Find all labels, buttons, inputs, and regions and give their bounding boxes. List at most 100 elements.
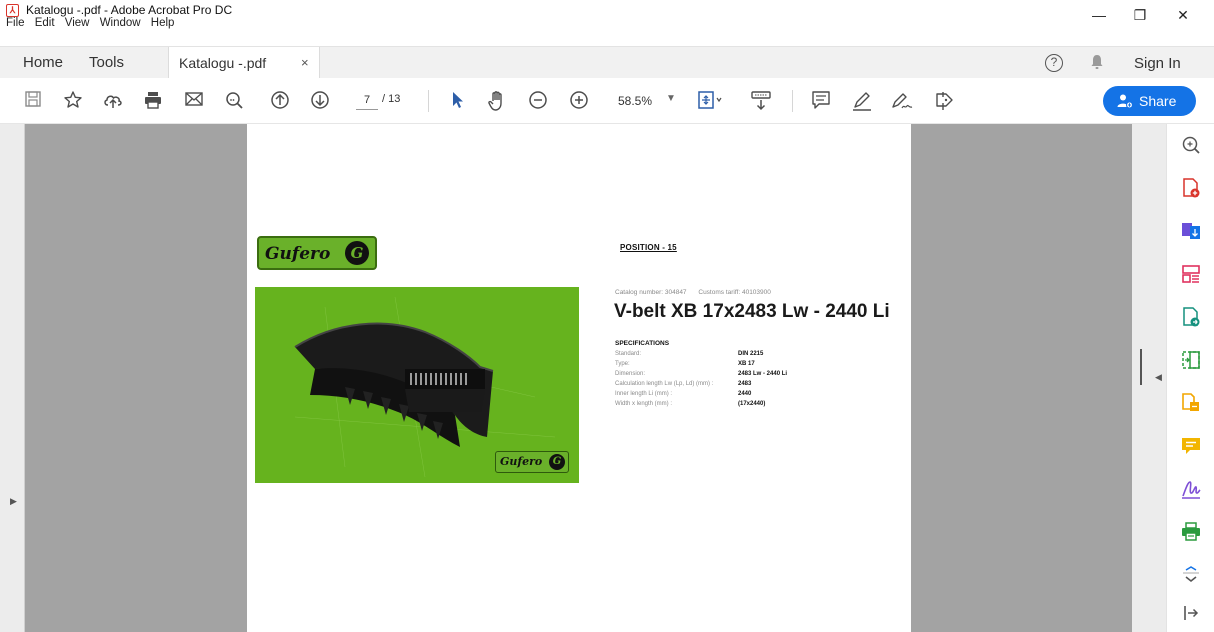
- spec-value: XB 17: [738, 361, 755, 367]
- catalog-number: Catalog number: 304847: [615, 289, 687, 296]
- panel-resize-handle[interactable]: [1140, 349, 1142, 385]
- close-window-button[interactable]: ✕: [1160, 2, 1206, 28]
- spec-value: 2483: [738, 381, 752, 387]
- create-pdf-icon[interactable]: [1180, 177, 1202, 199]
- position-label: POSITION - 15: [620, 243, 677, 252]
- brand-logo: Gufero G: [257, 236, 377, 270]
- spec-value: (17x2440): [738, 401, 766, 407]
- menu-view[interactable]: View: [65, 17, 90, 29]
- spec-row: Standard: DIN 2215: [615, 351, 915, 361]
- tab-tools[interactable]: Tools: [89, 54, 124, 71]
- spec-label: Width x length (mm) :: [615, 401, 673, 407]
- fill-sign-icon[interactable]: [934, 90, 956, 112]
- panel-collapse-icon[interactable]: [1180, 602, 1202, 624]
- zoom-value: 58.5%: [618, 94, 653, 108]
- upload-cloud-icon[interactable]: [102, 90, 124, 112]
- spec-value: 2440: [738, 391, 752, 397]
- document-tab-label: Katalogu -.pdf: [179, 55, 267, 71]
- spec-label: Dimension:: [615, 371, 646, 377]
- edit-pdf-icon[interactable]: [1180, 306, 1202, 328]
- toolbar-divider: [428, 90, 429, 112]
- spec-row: Calculation length Lw (Lp, Ld) (mm) : 24…: [615, 381, 915, 391]
- highlight-pen-icon[interactable]: [851, 90, 873, 112]
- zoom-out-icon[interactable]: [528, 90, 548, 112]
- compress-icon[interactable]: [1180, 349, 1202, 371]
- page-down-icon[interactable]: [310, 90, 330, 112]
- share-button[interactable]: Share: [1103, 86, 1196, 116]
- share-label: Share: [1139, 93, 1177, 109]
- watermark-logo-mark: G: [549, 454, 565, 470]
- catalog-info: Catalog number: 304847 Customs tariff: 4…: [615, 289, 781, 296]
- search-zoom-icon[interactable]: [1180, 134, 1202, 156]
- watermark-logo: Gufero G: [495, 451, 569, 473]
- expand-icon[interactable]: [1180, 564, 1202, 586]
- spec-row: Width x length (mm) : (17x2440): [615, 401, 915, 411]
- fit-page-icon[interactable]: [697, 90, 723, 112]
- workspace-left: [0, 124, 247, 632]
- left-panel-strip: ▶: [0, 124, 25, 632]
- spec-row: Dimension: 2483 Lw - 2440 Li: [615, 371, 915, 381]
- spec-value: DIN 2215: [738, 351, 764, 357]
- comment-icon[interactable]: [811, 90, 831, 112]
- hand-icon[interactable]: [487, 90, 507, 112]
- window-title: Katalogu -.pdf - Adobe Acrobat Pro DC: [26, 3, 233, 17]
- logo-mark: G: [345, 241, 369, 265]
- organize-pages-icon[interactable]: [1180, 263, 1202, 285]
- print-icon[interactable]: [143, 90, 163, 112]
- menu-help[interactable]: Help: [151, 17, 175, 29]
- zoom-search-icon[interactable]: [224, 90, 244, 112]
- acrobat-pdf-icon: ⅄: [6, 4, 19, 17]
- page-number-input[interactable]: [356, 91, 378, 110]
- tab-home[interactable]: Home: [23, 54, 63, 71]
- zoom-in-icon[interactable]: [569, 90, 589, 112]
- page-total: / 13: [382, 93, 401, 105]
- close-tab-icon[interactable]: ×: [301, 55, 309, 70]
- comment-tool-icon[interactable]: [1180, 435, 1202, 457]
- restore-button[interactable]: ❐: [1117, 2, 1163, 28]
- specifications-table: Standard: DIN 2215 Type: XB 17 Dimension…: [615, 351, 915, 411]
- collapse-right-panel-icon[interactable]: ◀: [1155, 372, 1162, 383]
- spec-label: Standard:: [615, 351, 642, 357]
- menu-bar: File Edit View Window Help: [6, 17, 181, 29]
- tools-pane: [1166, 124, 1214, 632]
- notification-bell-icon[interactable]: [1090, 54, 1104, 74]
- scroll-mode-icon[interactable]: [750, 90, 772, 112]
- spec-row: Inner length Li (mm) : 2440: [615, 391, 915, 401]
- logo-text: Gufero: [265, 244, 331, 264]
- title-bar: ⅄ Katalogu -.pdf - Adobe Acrobat Pro DC …: [0, 0, 1214, 30]
- tab-document[interactable]: Katalogu -.pdf ×: [168, 47, 320, 79]
- sign-in-link[interactable]: Sign In: [1134, 55, 1181, 72]
- menu-file[interactable]: File: [6, 17, 25, 29]
- expand-left-panel-icon[interactable]: ▶: [10, 496, 17, 507]
- tab-bar: Home Tools Katalogu -.pdf × ? Sign In: [0, 46, 1214, 79]
- spec-label: Type:: [615, 361, 630, 367]
- product-image: Gufero G: [255, 287, 579, 483]
- combine-files-icon[interactable]: [1180, 392, 1202, 414]
- pdf-page: Gufero G Gufero G POSITION - 15 Catalog …: [247, 124, 911, 632]
- page-up-icon[interactable]: [270, 90, 290, 112]
- fill-sign-tool-icon[interactable]: [1180, 478, 1202, 500]
- chevron-down-icon: ▼: [666, 93, 676, 104]
- help-icon[interactable]: ?: [1045, 54, 1063, 72]
- print-production-icon[interactable]: [1180, 521, 1202, 543]
- menu-window[interactable]: Window: [100, 17, 141, 29]
- spec-row: Type: XB 17: [615, 361, 915, 371]
- save-icon[interactable]: [24, 90, 42, 112]
- spec-label: Calculation length Lw (Lp, Ld) (mm) :: [615, 381, 714, 387]
- workspace-right: [911, 124, 1132, 632]
- menu-edit[interactable]: Edit: [35, 17, 55, 29]
- toolbar-divider: [792, 90, 793, 112]
- email-icon[interactable]: [184, 90, 204, 112]
- export-pdf-icon[interactable]: [1180, 220, 1202, 242]
- select-arrow-icon[interactable]: [450, 90, 466, 112]
- main-toolbar: / 13 58.5% ▼ Share: [0, 78, 1214, 124]
- spec-value: 2483 Lw - 2440 Li: [738, 371, 788, 377]
- sign-icon[interactable]: [890, 90, 914, 112]
- customs-tariff: Customs tariff: 40103900: [698, 289, 771, 296]
- bookmark-star-icon[interactable]: [63, 90, 83, 112]
- zoom-level-select[interactable]: 58.5% ▼: [612, 91, 680, 111]
- add-user-icon: [1117, 94, 1133, 109]
- minimize-button[interactable]: —: [1076, 2, 1122, 28]
- specifications-heading: SPECIFICATIONS: [615, 340, 670, 347]
- spec-label: Inner length Li (mm) :: [615, 391, 673, 397]
